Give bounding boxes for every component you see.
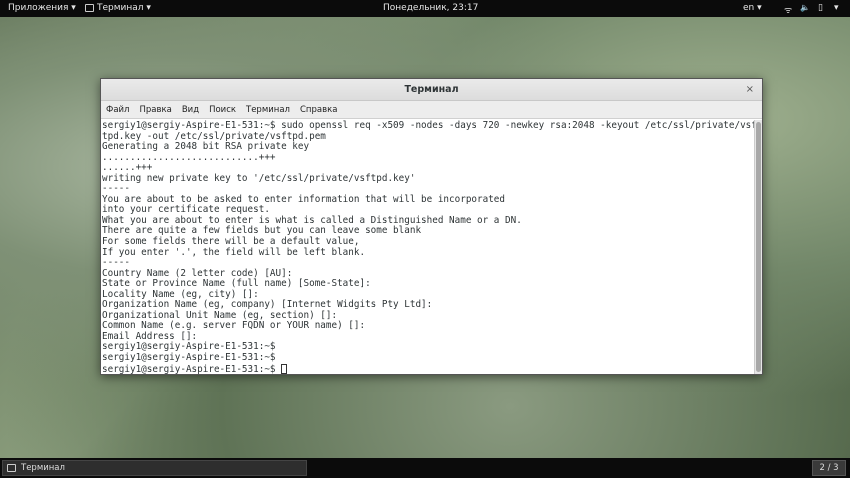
prompt: sergiy1@sergiy-Aspire-E1-531:~$ — [102, 363, 282, 374]
bottom-taskbar: Терминал 2 / 3 — [0, 458, 850, 478]
wifi-icon[interactable]: ᯤ — [784, 3, 792, 16]
menu-help[interactable]: Справка — [300, 101, 337, 118]
menu-bar: Файл Правка Вид Поиск Терминал Справка — [101, 101, 762, 119]
close-button[interactable]: × — [746, 79, 754, 101]
terminal-icon — [85, 4, 94, 12]
menu-terminal[interactable]: Терминал — [246, 101, 290, 118]
clock[interactable]: Понедельник, 23:17 — [383, 3, 478, 13]
terminal-line: sergiy1@sergiy-Aspire-E1-531:~$ — [102, 352, 276, 364]
title-bar[interactable]: Терминал × — [101, 79, 762, 101]
app-menu-terminal[interactable]: Терминал ▾ — [85, 3, 151, 13]
system-menu-chevron-icon[interactable]: ▾ — [834, 3, 839, 13]
text-cursor — [281, 363, 288, 374]
taskbar-item-label: Терминал — [21, 463, 65, 473]
language-selector[interactable]: en ▾ — [743, 3, 762, 13]
scrollbar[interactable] — [754, 120, 762, 374]
terminal-line: ............................+++ — [102, 151, 276, 163]
menu-edit[interactable]: Правка — [139, 101, 171, 118]
app-menu-label: Терминал ▾ — [97, 3, 151, 13]
terminal-line: If you enter '.', the field will be left… — [102, 246, 366, 258]
terminal-line: sergiy1@sergiy-Aspire-E1-531:~$ sudo ope… — [102, 120, 754, 131]
terminal-prompt-line: sergiy1@sergiy-Aspire-E1-531:~$ — [102, 363, 754, 374]
terminal-window: Терминал × Файл Правка Вид Поиск Терминал… — [100, 78, 763, 375]
menu-file[interactable]: Файл — [106, 101, 129, 118]
menu-search[interactable]: Поиск — [209, 101, 236, 118]
terminal-icon — [7, 464, 16, 472]
terminal-line: For some fields there will be a default … — [102, 236, 360, 248]
applications-menu[interactable]: Приложения ▾ — [8, 3, 76, 13]
workspace-indicator[interactable]: 2 / 3 — [812, 460, 846, 476]
top-bar: Приложения ▾ Терминал ▾ Понедельник, 23:… — [0, 0, 850, 17]
terminal-output[interactable]: sergiy1@sergiy-Aspire-E1-531:~$ sudo ope… — [101, 120, 754, 374]
menu-view[interactable]: Вид — [182, 101, 199, 118]
terminal-line: Common Name (e.g. server FQDN or YOUR na… — [102, 320, 366, 332]
scrollbar-thumb[interactable] — [756, 122, 761, 372]
window-title: Терминал — [404, 84, 459, 95]
terminal-line: writing new private key to '/etc/ssl/pri… — [102, 172, 416, 184]
taskbar-item-terminal[interactable]: Терминал — [2, 460, 307, 476]
sound-icon[interactable]: 🔈 — [800, 3, 810, 12]
battery-icon[interactable]: ▯ — [818, 3, 823, 13]
